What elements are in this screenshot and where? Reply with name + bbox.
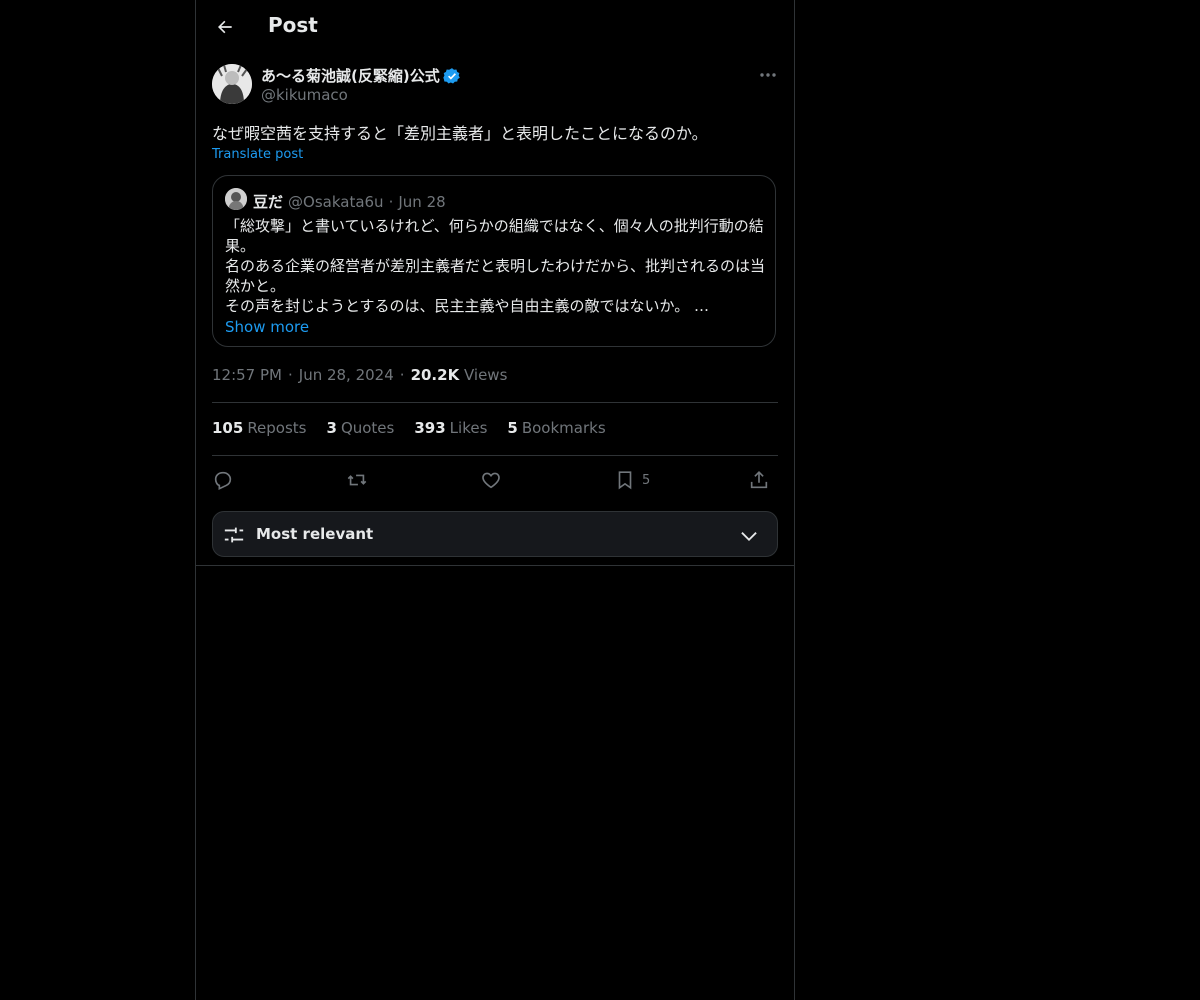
views-label: Views bbox=[463, 366, 508, 384]
bookmarks-stat[interactable]: 5 Bookmarks bbox=[507, 419, 605, 437]
like-button[interactable] bbox=[480, 466, 502, 494]
quote-header: 豆だ @Osakata6u · Jun 28 bbox=[253, 191, 446, 212]
quote-avatar[interactable] bbox=[225, 188, 247, 210]
quote-author-name[interactable]: 豆だ bbox=[253, 191, 283, 212]
views-count: 20.2K bbox=[410, 366, 460, 384]
quote-line: その声を封じようとするのは、民主主義や自由主義の敵ではないか。 … bbox=[225, 297, 710, 315]
like-icon bbox=[482, 472, 500, 489]
views[interactable]: 20.2K Views bbox=[411, 366, 508, 384]
post-date[interactable]: Jun 28, 2024 bbox=[299, 366, 394, 384]
verified-badge-icon bbox=[443, 67, 461, 85]
quote-text: 「総攻撃」と書いているけれど、何らかの組織ではなく、個々人の批判行動の結果。 名… bbox=[225, 216, 767, 316]
arrow-left-icon bbox=[218, 20, 232, 34]
quote-author-handle[interactable]: @Osakata6u bbox=[288, 193, 384, 211]
quotes-stat[interactable]: 3 Quotes bbox=[327, 419, 395, 437]
stat-count: 5 bbox=[507, 419, 518, 437]
bookmark-icon bbox=[618, 471, 632, 490]
repost-button[interactable] bbox=[345, 466, 369, 494]
post-text: なぜ暇空茜を支持すると「差別主義者」と表明したことになるのか。 bbox=[212, 124, 708, 143]
likes-stat[interactable]: 393 Likes bbox=[414, 419, 487, 437]
post-column: Post あ〜る菊池誠(反緊縮)公式 @kikumaco なぜ暇空茜を支持すると… bbox=[195, 0, 795, 1000]
divider bbox=[212, 455, 778, 456]
reply-button[interactable] bbox=[212, 466, 234, 494]
meta-separator: · bbox=[399, 366, 405, 384]
quote-line: 「総攻撃」と書いているけれど、何らかの組織ではなく、個々人の批判行動の結果。 bbox=[225, 217, 764, 255]
back-button[interactable] bbox=[208, 10, 242, 44]
author-name-text: あ〜る菊池誠(反緊縮)公式 bbox=[261, 67, 440, 85]
avatar-image bbox=[212, 64, 252, 104]
translate-post-link[interactable]: Translate post bbox=[212, 147, 303, 162]
meta-separator: · bbox=[287, 366, 293, 384]
share-button[interactable] bbox=[748, 466, 770, 494]
stat-count: 105 bbox=[212, 419, 244, 437]
sort-label: Most relevant bbox=[256, 525, 374, 543]
stat-count: 393 bbox=[414, 419, 446, 437]
stat-label: Reposts bbox=[247, 419, 307, 437]
share-icon bbox=[750, 471, 768, 489]
quote-date[interactable]: Jun 28 bbox=[398, 193, 445, 211]
section-divider bbox=[196, 565, 794, 566]
stat-label: Quotes bbox=[340, 419, 395, 437]
quote-separator: · bbox=[388, 192, 394, 211]
reply-icon bbox=[214, 471, 232, 491]
more-horizontal-icon bbox=[760, 73, 776, 77]
quote-avatar-image bbox=[225, 188, 247, 210]
bookmark-button[interactable]: 5 bbox=[614, 466, 650, 494]
sliders-icon bbox=[224, 527, 244, 543]
quoted-post[interactable]: 豆だ @Osakata6u · Jun 28 「総攻撃」と書いているけれど、何ら… bbox=[212, 175, 776, 347]
chevron-down-icon bbox=[741, 532, 757, 542]
post-header: Post bbox=[196, 0, 794, 53]
stat-label: Bookmarks bbox=[521, 419, 606, 437]
reply-sort-dropdown[interactable]: Most relevant bbox=[212, 511, 778, 557]
stat-count: 3 bbox=[326, 419, 337, 437]
author-name[interactable]: あ〜る菊池誠(反緊縮)公式 bbox=[261, 65, 461, 86]
reposts-stat[interactable]: 105 Reposts bbox=[212, 419, 307, 437]
action-bar: 5 bbox=[212, 466, 778, 494]
engagement-stats: 105 Reposts 3 Quotes 393 Likes 5 Bookmarks bbox=[212, 419, 606, 437]
more-options-button[interactable] bbox=[756, 64, 780, 86]
author-handle[interactable]: @kikumaco bbox=[261, 86, 348, 104]
quote-line: 名のある企業の経営者が差別主義者だと表明したわけだから、批判されるのは当然かと。 bbox=[225, 257, 766, 295]
page-title: Post bbox=[268, 13, 318, 37]
post-metadata: 12:57 PM · Jun 28, 2024 · 20.2K Views bbox=[212, 366, 507, 384]
repost-icon bbox=[347, 474, 367, 486]
avatar[interactable] bbox=[212, 64, 252, 104]
stat-label: Likes bbox=[449, 419, 488, 437]
bookmark-count: 5 bbox=[642, 472, 651, 488]
divider bbox=[212, 402, 778, 403]
post-time[interactable]: 12:57 PM bbox=[212, 366, 282, 384]
show-more-link[interactable]: Show more bbox=[225, 318, 309, 336]
